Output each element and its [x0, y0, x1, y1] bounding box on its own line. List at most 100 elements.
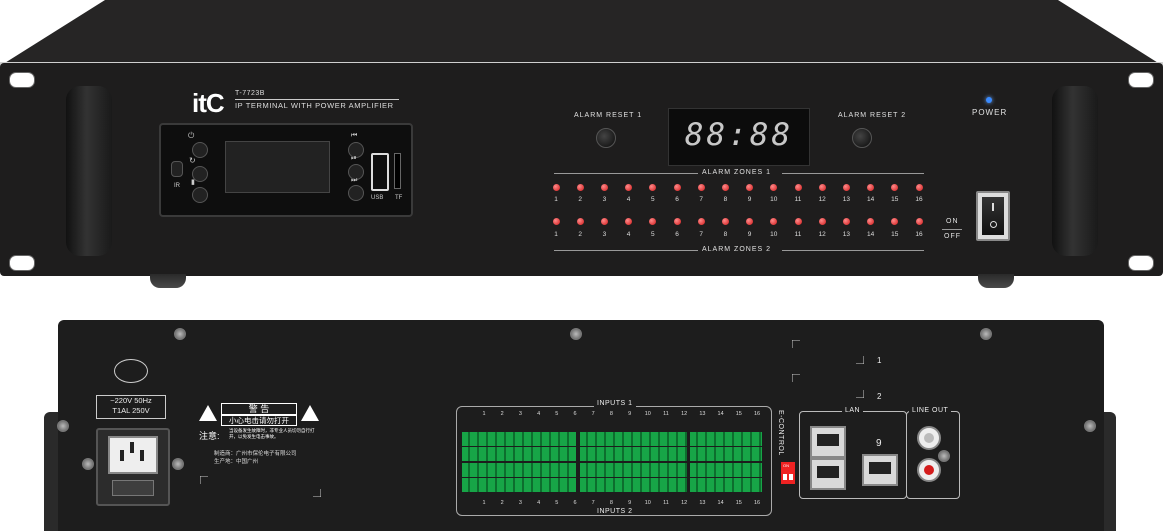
rear-screw — [1084, 420, 1096, 432]
warning-triangle-icon — [301, 405, 319, 421]
line-out-white-jack[interactable] — [917, 426, 941, 450]
terminal-strip[interactable] — [580, 478, 687, 492]
zone-2-number: 4 — [626, 231, 631, 238]
terminal-slot — [558, 432, 560, 446]
right-handle[interactable] — [1052, 86, 1098, 256]
zone-2-led-13 — [842, 218, 850, 225]
warning-title: 警 告 — [221, 403, 297, 415]
e-control-label: E-CONTROL — [777, 410, 784, 456]
play-icon: ⏯ — [351, 155, 357, 162]
terminal-slot — [658, 447, 660, 461]
media-player-module: IR ⏻ ↻ ▮ ⏮ ⏯ ⏭ USB TF — [159, 123, 413, 217]
lan-port-9[interactable] — [862, 454, 898, 486]
terminal-strip[interactable] — [462, 478, 576, 492]
lan-port-2[interactable] — [810, 458, 846, 490]
on-off-divider — [942, 229, 962, 230]
terminal-strip[interactable] — [690, 447, 762, 461]
clock-display: 88:88 — [668, 108, 810, 166]
zone-2-number: 8 — [723, 231, 728, 238]
input-1-number: 13 — [699, 411, 706, 417]
terminal-strip[interactable] — [690, 432, 762, 446]
terminal-strip[interactable] — [580, 463, 687, 477]
terminal-slot — [705, 478, 707, 492]
iec-fuse-drawer[interactable] — [112, 480, 154, 496]
terminal-slot — [750, 447, 752, 461]
terminal-slot — [705, 447, 707, 461]
terminal-slot — [504, 432, 506, 446]
tf-card-slot[interactable] — [394, 153, 401, 189]
power-switch-rocker[interactable] — [982, 197, 1004, 235]
off-label: OFF — [944, 233, 961, 240]
iec-power-inlet[interactable] — [96, 428, 170, 506]
terminal-slot — [613, 478, 615, 492]
zone-1-number: 16 — [915, 196, 923, 203]
e-control-dip-switch[interactable]: ON — [781, 462, 795, 484]
repeat-icon: ↻ — [189, 156, 196, 165]
corner-mark — [856, 356, 864, 364]
dip-lever[interactable] — [789, 474, 793, 480]
zone-1-number: 13 — [842, 196, 850, 203]
terminal-strip[interactable] — [580, 432, 687, 446]
alarm-reset-1-button[interactable] — [596, 128, 616, 148]
terminal-strip[interactable] — [462, 447, 576, 461]
terminal-slot — [741, 447, 743, 461]
terminal-slot — [477, 478, 479, 492]
inputs-1-label: INPUTS 1 — [594, 400, 636, 407]
usb-port[interactable] — [371, 153, 389, 191]
terminal-slot — [750, 432, 752, 446]
input-2-number: 12 — [681, 500, 688, 506]
media-next-button[interactable] — [348, 185, 364, 201]
warning-label: 警 告 小心电击请勿打开 注意: 当设备发生故障时，非专业人员切勿自行打开，以免… — [199, 403, 319, 445]
terminal-slot — [595, 463, 597, 477]
terminal-slot — [723, 478, 725, 492]
terminal-slot — [549, 478, 551, 492]
terminal-slot — [586, 447, 588, 461]
terminal-slot — [486, 463, 488, 477]
media-volume-button[interactable] — [192, 187, 208, 203]
line-out-red-jack[interactable] — [917, 458, 941, 482]
input-2-number: 14 — [717, 500, 724, 506]
terminal-strip[interactable] — [462, 432, 576, 446]
terminal-strip[interactable] — [690, 478, 762, 492]
terminal-strip[interactable] — [690, 463, 762, 477]
input-2-number: 13 — [699, 500, 706, 506]
model-number: T-7723B — [235, 90, 265, 97]
rack-ear-hole-top-left — [9, 72, 35, 88]
terminal-slot — [622, 447, 624, 461]
next-icon: ⏭ — [351, 177, 358, 184]
foot-left — [150, 274, 186, 288]
terminal-slot — [586, 478, 588, 492]
terminal-slot — [676, 432, 678, 446]
input-2-number: 7 — [591, 500, 595, 506]
terminal-slot — [468, 463, 470, 477]
zone-2-led-6 — [673, 218, 681, 225]
terminal-strip[interactable] — [462, 463, 576, 477]
input-1-number: 6 — [573, 411, 577, 417]
terminal-slot — [495, 432, 497, 446]
input-1-number: 10 — [644, 411, 651, 417]
terminal-slot — [549, 463, 551, 477]
zone-2-number: 11 — [794, 231, 802, 238]
left-handle[interactable] — [66, 86, 112, 256]
lan-port-1[interactable] — [810, 426, 846, 458]
terminal-strip[interactable] — [580, 447, 687, 461]
terminal-slot — [531, 432, 533, 446]
terminal-slot — [613, 447, 615, 461]
terminal-slot — [504, 478, 506, 492]
terminal-slot — [714, 432, 716, 446]
terminal-slot — [714, 463, 716, 477]
zone-2-number: 13 — [842, 231, 850, 238]
alarm-reset-2-button[interactable] — [852, 128, 872, 148]
terminal-slot — [540, 447, 542, 461]
zone-2-led-11 — [794, 218, 802, 225]
caution-text: 当设备发生故障时，非专业人员切勿自行打开，以免发生电击事故。 — [229, 428, 315, 439]
manufacturer-info: 制造商：广州市保伦电子有限公司 生产地：中国广州 — [214, 450, 297, 466]
dip-lever[interactable] — [783, 474, 787, 480]
terminal-slot — [613, 463, 615, 477]
rear-screw — [172, 458, 184, 470]
iec-pin — [140, 450, 144, 461]
corner-mark — [313, 489, 321, 497]
power-switch[interactable] — [976, 191, 1010, 241]
terminal-slot — [567, 432, 569, 446]
terminal-slot — [558, 478, 560, 492]
